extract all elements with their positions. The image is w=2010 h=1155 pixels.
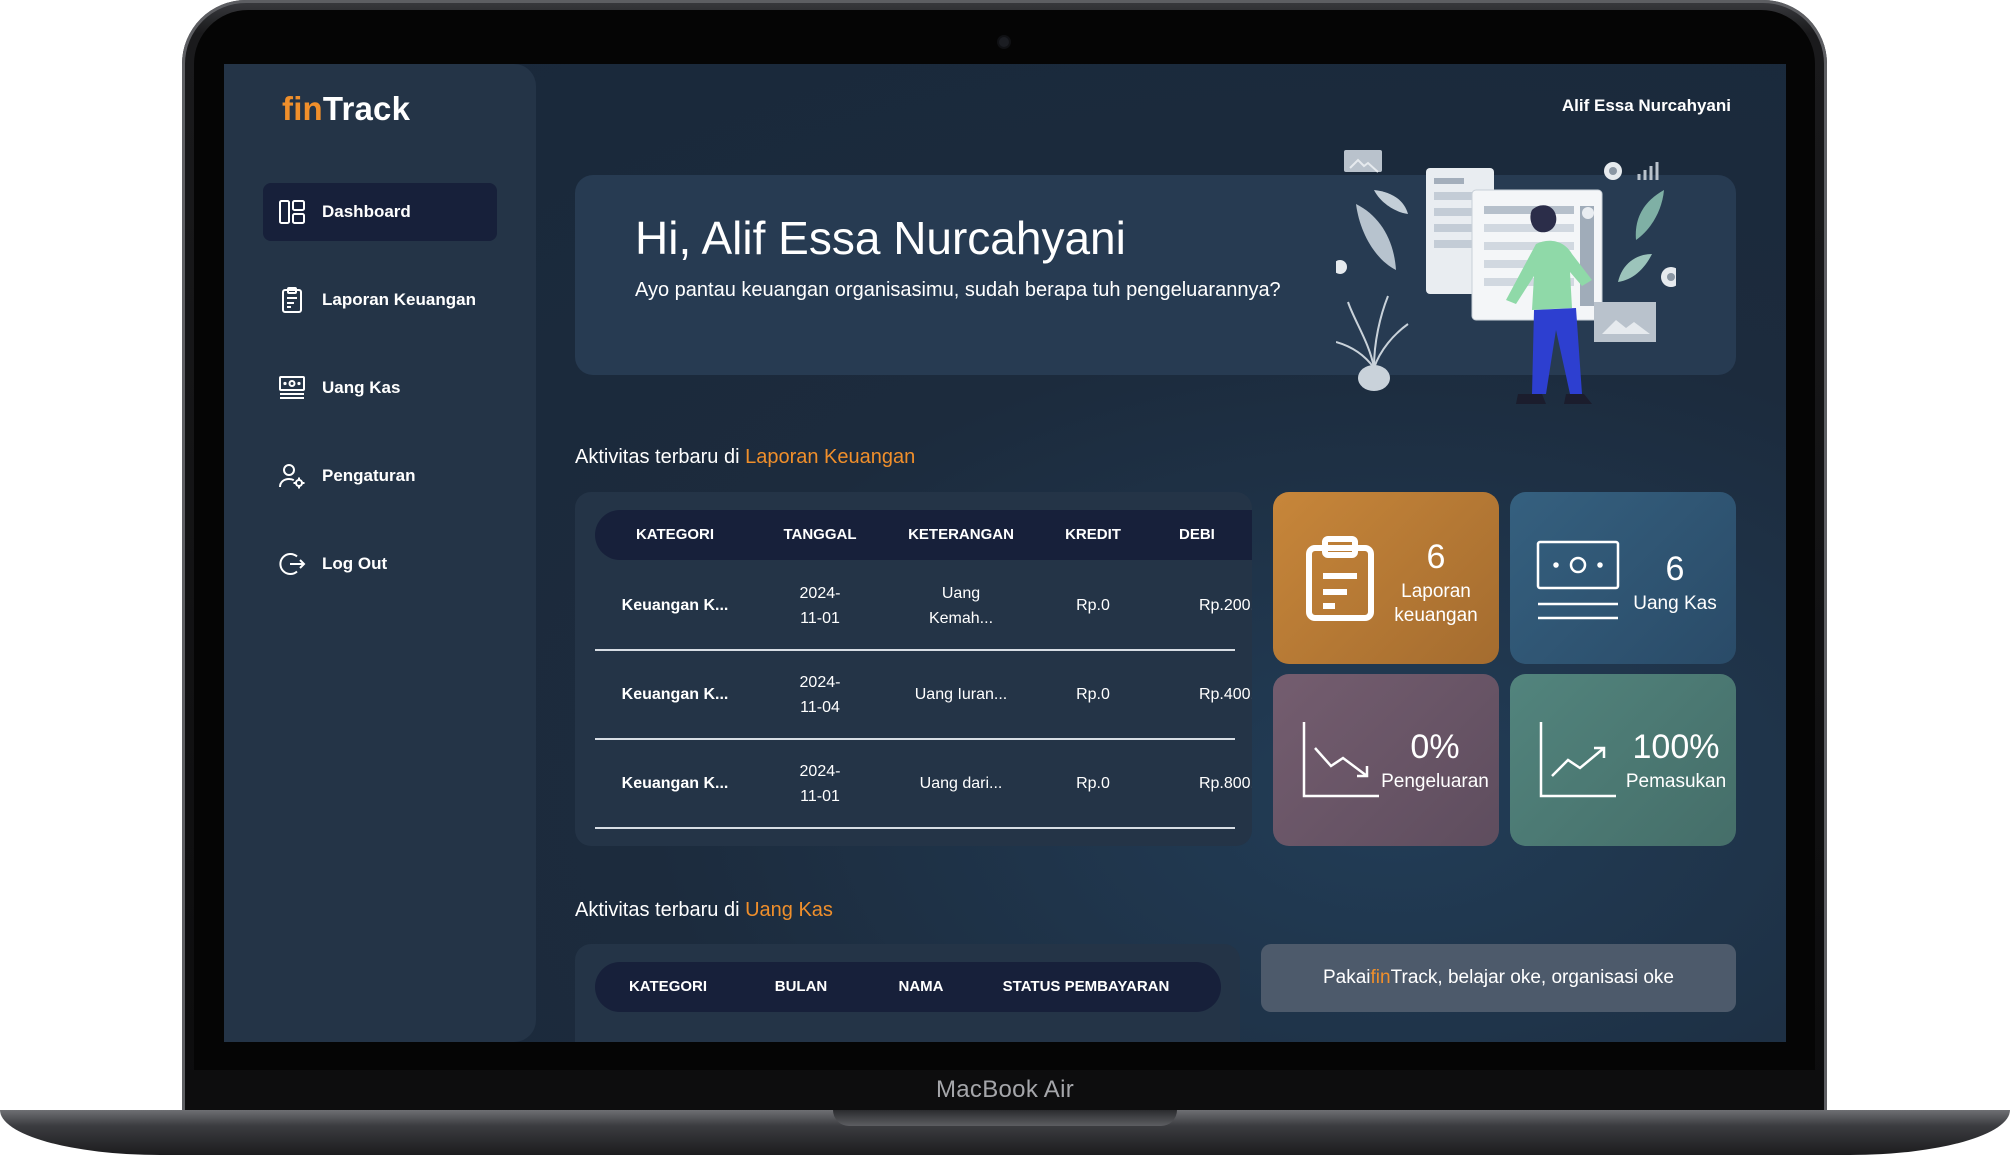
column-header-tanggal[interactable]: TANGGAL <box>755 510 885 560</box>
app-logo[interactable]: finTrack <box>282 90 410 128</box>
column-header-status[interactable]: STATUS PEMBAYARAN <box>981 962 1191 1012</box>
stat-value: 100% <box>1632 728 1720 766</box>
sidebar-item-laporan[interactable]: Laporan Keuangan <box>263 271 497 329</box>
sidebar-item-label: Laporan Keuangan <box>322 290 476 309</box>
cell-tanggal: 2024- 11-01 <box>799 584 841 627</box>
camera-icon <box>999 37 1009 47</box>
cell-tanggal: 2024- 11-04 <box>799 673 841 716</box>
logo-part-track: Track <box>322 90 411 127</box>
greeting-subtitle: Ayo pantau keuangan organisasimu, sudah … <box>635 279 1281 301</box>
trend-down-icon <box>1302 722 1379 798</box>
sidebar-item-dashboard[interactable]: Dashboard <box>263 183 497 241</box>
column-header-keterangan[interactable]: KETERANGAN <box>885 510 1037 560</box>
cell-keterangan: Uang Iuran... <box>914 686 1008 703</box>
column-header-kredit[interactable]: KREDIT <box>1037 510 1149 560</box>
user-name[interactable]: Alif Essa Nurcahyani <box>1562 96 1731 116</box>
stat-value: 6 <box>1665 550 1685 588</box>
clipboard-icon <box>1306 536 1374 621</box>
cell-debit: Rp.200. <box>1198 597 1252 614</box>
sidebar-item-label: Uang Kas <box>322 378 401 397</box>
promo-banner: Pakai fin Track, belajar oke, organisasi… <box>1261 944 1736 1012</box>
laptop-notch <box>833 1110 1177 1126</box>
cell-debit: Rp.800. <box>1198 775 1252 792</box>
user-settings-icon <box>279 464 305 489</box>
cell-debit: Rp.400. <box>1198 686 1252 703</box>
cell-kategori: Keuangan K... <box>621 686 729 703</box>
greeting-title: Hi, Alif Essa Nurcahyani <box>635 212 1126 264</box>
logo-part-fin: fin <box>282 90 323 127</box>
stat-value: 6 <box>1426 538 1446 576</box>
column-header-nama[interactable]: NAMA <box>861 962 981 1012</box>
laporan-section-link[interactable]: Laporan Keuangan <box>745 446 915 468</box>
column-header-bulan[interactable]: BULAN <box>741 962 861 1012</box>
promo-text-after: Track, belajar oke, organisasi oke <box>1390 967 1674 988</box>
cell-keterangan: Uang Kemah... <box>928 584 994 627</box>
laporan-section-title: Aktivitas terbaru di Laporan Keuangan <box>575 446 915 469</box>
cell-kredit: Rp.0 <box>1076 686 1110 703</box>
sidebar-item-label: Log Out <box>322 554 388 573</box>
trend-up-icon <box>1539 722 1616 798</box>
table-row[interactable]: Keuangan K... 2024- 11-01 Uang Kemah... … <box>595 562 1252 651</box>
promo-brand-fin: fin <box>1370 967 1391 988</box>
stat-tile-pengeluaran[interactable]: 0% Pengeluaran <box>1273 674 1499 846</box>
kas-table-header: KATEGORI BULAN NAMA STATUS PEMBAYARAN <box>595 962 1221 1012</box>
stat-label: Pemasukan <box>1625 771 1727 792</box>
dashboard-illustration <box>1336 150 1676 404</box>
stat-tile-uang-kas[interactable]: 6 Uang Kas <box>1510 492 1736 664</box>
laporan-section-prefix: Aktivitas terbaru di <box>575 446 746 468</box>
table-row[interactable]: Keuangan K... 2024- 11-01 Uang dari... R… <box>595 740 1252 829</box>
cell-kredit: Rp.0 <box>1076 597 1110 614</box>
cell-kredit: Rp.0 <box>1076 775 1110 792</box>
column-header-debit[interactable]: DEBI <box>1179 510 1252 560</box>
kas-section-prefix: Aktivitas terbaru di <box>575 899 746 921</box>
stat-label: Pengeluaran <box>1381 771 1489 792</box>
cell-kategori: Keuangan K... <box>621 597 729 614</box>
promo-text-before: Pakai <box>1323 967 1371 988</box>
kas-table: KATEGORI BULAN NAMA STATUS PEMBAYARAN <box>575 944 1240 1042</box>
sidebar: finTrack Dashboard Laporan Keuangan Uang… <box>224 64 536 1042</box>
cash-icon <box>1536 540 1620 620</box>
stat-label: Laporan keuangan <box>1394 581 1478 626</box>
stat-tile-laporan[interactable]: 6 Laporan keuangan <box>1273 492 1499 664</box>
column-header-kategori[interactable]: KATEGORI <box>595 962 741 1012</box>
stat-value: 0% <box>1410 728 1460 766</box>
column-header-kategori[interactable]: KATEGORI <box>595 510 755 560</box>
stat-label: Uang Kas <box>1633 593 1717 614</box>
sidebar-item-logout[interactable]: Log Out <box>263 535 497 593</box>
cell-keterangan: Uang dari... <box>919 775 1003 792</box>
stat-tile-pemasukan[interactable]: 100% Pemasukan <box>1510 674 1736 846</box>
laporan-table: KATEGORI TANGGAL KETERANGAN KREDIT DEBI … <box>575 492 1252 846</box>
cell-kategori: Keuangan K... <box>621 775 729 792</box>
sidebar-item-label: Pengaturan <box>322 466 416 485</box>
clipboard-icon <box>282 287 302 313</box>
logout-icon <box>279 553 306 575</box>
table-row[interactable]: Keuangan K... 2024- 11-04 Uang Iuran... … <box>595 651 1252 740</box>
cash-icon <box>279 376 305 399</box>
device-label: MacBook Air <box>935 1076 1075 1103</box>
kas-section-title: Aktivitas terbaru di Uang Kas <box>575 899 833 922</box>
sidebar-item-uang-kas[interactable]: Uang Kas <box>263 359 497 417</box>
dashboard-icon <box>279 200 305 224</box>
cell-tanggal: 2024- 11-01 <box>799 762 841 805</box>
laporan-table-header: KATEGORI TANGGAL KETERANGAN KREDIT DEBI <box>595 510 1252 560</box>
app-screen: finTrack Dashboard Laporan Keuangan Uang… <box>224 64 1786 1042</box>
sidebar-item-label: Dashboard <box>322 202 411 221</box>
kas-section-link[interactable]: Uang Kas <box>745 899 833 921</box>
sidebar-item-pengaturan[interactable]: Pengaturan <box>263 447 497 505</box>
